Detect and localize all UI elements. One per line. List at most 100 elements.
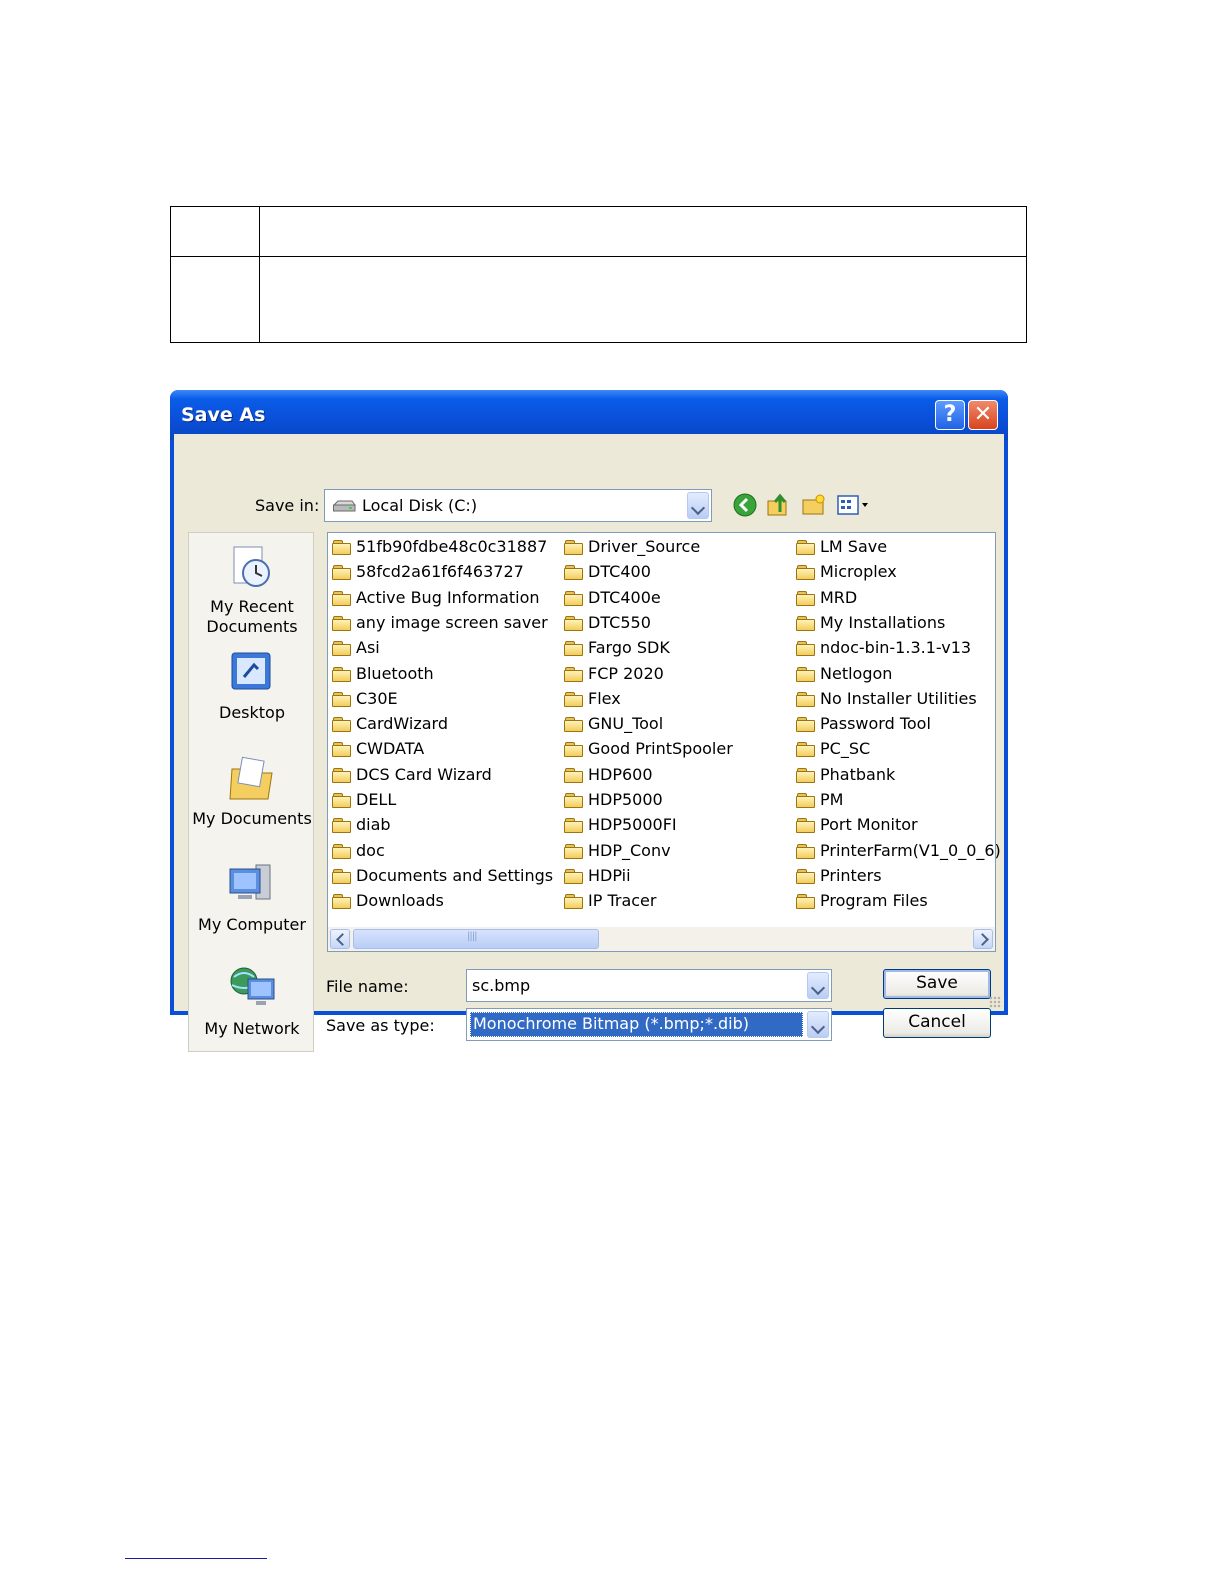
list-item-label: Good PrintSpooler — [588, 739, 733, 759]
my-computer-icon — [226, 859, 278, 911]
save-in-dropdown[interactable]: Local Disk (C:) — [324, 489, 712, 522]
chevron-down-icon[interactable] — [807, 1011, 829, 1038]
places-item-my-computer[interactable]: My Computer — [189, 859, 315, 935]
table-cell — [259, 206, 1027, 257]
places-item-my-documents[interactable]: My Documents — [189, 753, 315, 829]
cancel-button[interactable]: Cancel — [883, 1008, 991, 1038]
back-icon[interactable] — [732, 492, 758, 518]
folder-icon — [564, 641, 584, 657]
list-item-label: LM Save — [820, 537, 888, 556]
folder-icon — [564, 742, 584, 758]
file-name-input[interactable]: sc.bmp — [466, 969, 832, 1002]
help-icon: ? — [943, 402, 957, 427]
dialog-title: Save As — [181, 404, 266, 426]
folder-icon — [796, 742, 816, 758]
scrollbar-thumb[interactable] — [353, 929, 599, 949]
folder-icon — [796, 565, 816, 581]
file-name-value: sc.bmp — [472, 976, 531, 995]
scroll-right-icon[interactable] — [973, 929, 993, 949]
list-item-label: Active Bug Information — [356, 587, 540, 607]
list-item-label: Flex — [588, 688, 621, 708]
list-item-label: PrinterFarm(V1_0_0_6) — [820, 840, 1001, 860]
recent-documents-icon — [226, 541, 278, 593]
list-item-label: C30E — [356, 688, 398, 708]
save-as-type-dropdown[interactable]: Monochrome Bitmap (*.bmp;*.dib) — [466, 1008, 832, 1041]
list-item-label: MRD — [820, 587, 858, 607]
horizontal-scrollbar[interactable] — [328, 927, 995, 951]
list-item-label: doc — [356, 840, 385, 860]
places-item-my-recent-documents[interactable]: My Recent Documents — [189, 541, 315, 637]
list-item-label: Program Files — [820, 891, 928, 911]
folder-icon — [796, 540, 816, 556]
new-folder-icon[interactable] — [801, 492, 827, 518]
list-item-label: FCP 2020 — [588, 663, 664, 683]
list-item-label: diab — [356, 815, 391, 835]
close-button[interactable]: ✕ — [968, 400, 998, 430]
save-button[interactable]: Save — [883, 969, 991, 999]
title-bar[interactable]: Save As ? ✕ — [170, 390, 1008, 440]
folder-icon — [332, 767, 352, 784]
help-button[interactable]: ? — [935, 400, 965, 430]
list-item-label: ndoc-bin-1.3.1-v13 — [820, 638, 972, 658]
folder-icon — [332, 717, 352, 733]
places-item-desktop[interactable]: Desktop — [189, 647, 315, 723]
folder-icon — [332, 666, 352, 683]
list-item-label: 51fb90fdbe48c0c31887 — [356, 537, 548, 556]
table-cell — [170, 256, 260, 343]
folder-icon — [796, 691, 816, 708]
place-label: My Documents — [192, 809, 312, 828]
folder-icon — [564, 717, 584, 733]
list-item-label: CardWizard — [356, 714, 448, 734]
list-item-label: HDPii — [588, 865, 631, 885]
list-item-label: any image screen saver — [356, 612, 548, 632]
folder-icon — [796, 818, 816, 834]
list-item-label: My Installations — [820, 612, 946, 632]
list-item-label: Downloads — [356, 891, 444, 911]
list-item-label: Netlogon — [820, 663, 893, 683]
place-label: Desktop — [219, 703, 285, 722]
up-folder-icon[interactable] — [766, 492, 792, 518]
dialog-client-area: Save in: Local Disk (C:) My Recent Docum… — [174, 434, 1004, 1052]
list-item-label: GNU_Tool — [588, 714, 664, 734]
scroll-left-icon[interactable] — [330, 929, 350, 949]
list-item-label: Password Tool — [820, 714, 931, 734]
folder-icon — [332, 894, 352, 910]
folder-icon — [796, 868, 816, 885]
folder-icon — [332, 565, 352, 581]
list-item-label: HDP600 — [588, 764, 653, 784]
save-in-label: Save in: — [255, 496, 320, 515]
list-item-label: Bluetooth — [356, 663, 434, 683]
list-item-label: No Installer Utilities — [820, 688, 977, 708]
list-item-label: DCS Card Wizard — [356, 764, 492, 784]
my-network-icon — [226, 963, 278, 1015]
drive-icon — [332, 500, 356, 512]
folder-icon — [332, 590, 352, 607]
folder-icon — [564, 868, 584, 885]
resize-grip-icon[interactable] — [989, 996, 1001, 1008]
save-as-type-label: Save as type: — [326, 1016, 435, 1035]
list-item-label: PM — [820, 790, 844, 809]
folder-icon — [796, 666, 816, 683]
save-as-type-value: Monochrome Bitmap (*.bmp;*.dib) — [470, 1012, 803, 1037]
folder-icon — [332, 742, 352, 758]
folder-icon — [564, 565, 584, 581]
folder-icon — [796, 717, 816, 733]
folder-icon — [564, 666, 584, 683]
close-icon: ✕ — [973, 402, 993, 427]
folder-icon — [332, 868, 352, 885]
place-label: My Computer — [198, 915, 306, 934]
chevron-down-icon[interactable] — [687, 492, 709, 519]
places-item-my-network[interactable]: My Network — [189, 963, 315, 1039]
file-list[interactable]: 51fb90fdbe48c0c31887 58fcd2a61f6f463727 Ac… — [327, 532, 1001, 952]
footnote-separator — [125, 1558, 267, 1559]
list-item-label: Phatbank — [820, 764, 896, 784]
chevron-down-icon[interactable] — [807, 972, 829, 999]
folder-icon — [332, 818, 352, 834]
views-menu-icon[interactable] — [836, 492, 872, 518]
folder-icon — [564, 818, 584, 834]
list-item-label: Driver_Source — [588, 537, 701, 556]
folder-icon — [564, 767, 584, 784]
folder-icon — [796, 793, 816, 809]
places-bar: My Recent Documents Desktop My Documents… — [188, 532, 314, 1052]
table-cell — [259, 256, 1027, 343]
